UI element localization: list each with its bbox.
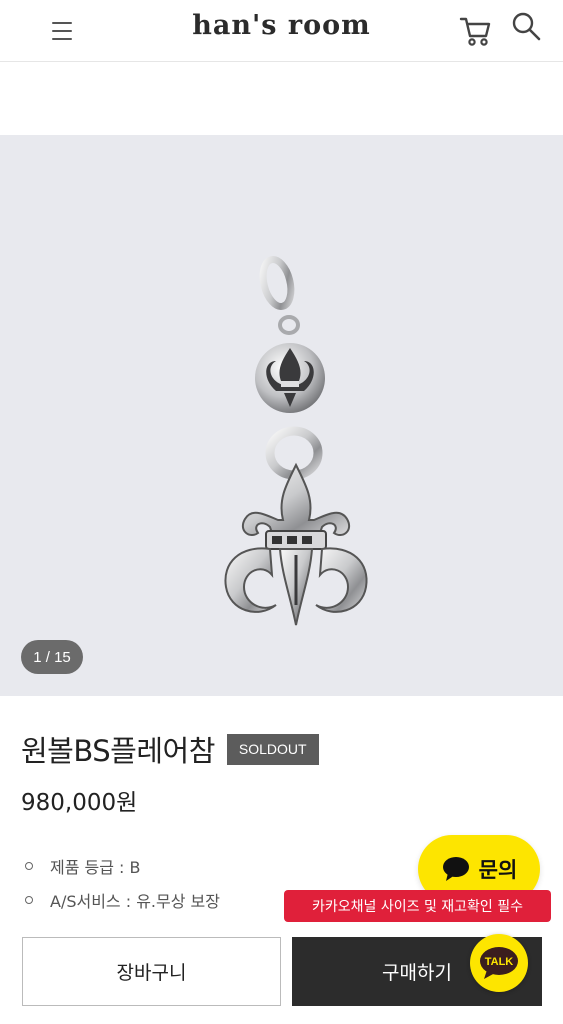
talk-label: TALK	[485, 956, 514, 968]
product-photo	[224, 256, 368, 626]
image-counter: 1 / 15	[21, 640, 83, 674]
product-image-gallery[interactable]	[0, 135, 563, 696]
inquiry-label: 문의	[478, 858, 518, 882]
product-name: 원볼BS플레어참	[21, 734, 215, 768]
bullet-icon	[25, 862, 33, 870]
chat-bubble-icon	[442, 857, 469, 881]
top-header: han's room	[0, 0, 563, 62]
soldout-badge: SOLDOUT	[226, 733, 319, 765]
spec-label: 제품 등급 : B	[50, 858, 141, 877]
shopping-cart-icon[interactable]	[458, 14, 494, 48]
hamburger-menu-icon[interactable]	[50, 20, 74, 42]
kakao-channel-tooltip: 카카오채널 사이즈 및 재고확인 필수	[284, 890, 551, 929]
spec-as-service: A/S서비스 : 유.무상 보장	[25, 888, 220, 912]
bullet-icon	[25, 896, 33, 904]
search-icon[interactable]	[509, 9, 545, 43]
talk-bubble-icon: TALK	[480, 947, 518, 979]
product-title-row: 원볼BS플레어참 SOLDOUT	[21, 728, 319, 770]
product-price: 980,000원	[21, 790, 138, 816]
kakao-talk-button[interactable]: TALK	[470, 934, 528, 992]
add-to-cart-button[interactable]: 장바구니	[22, 937, 281, 1006]
spec-grade: 제품 등급 : B	[25, 854, 141, 878]
spec-label: A/S서비스 : 유.무상 보장	[50, 892, 220, 911]
